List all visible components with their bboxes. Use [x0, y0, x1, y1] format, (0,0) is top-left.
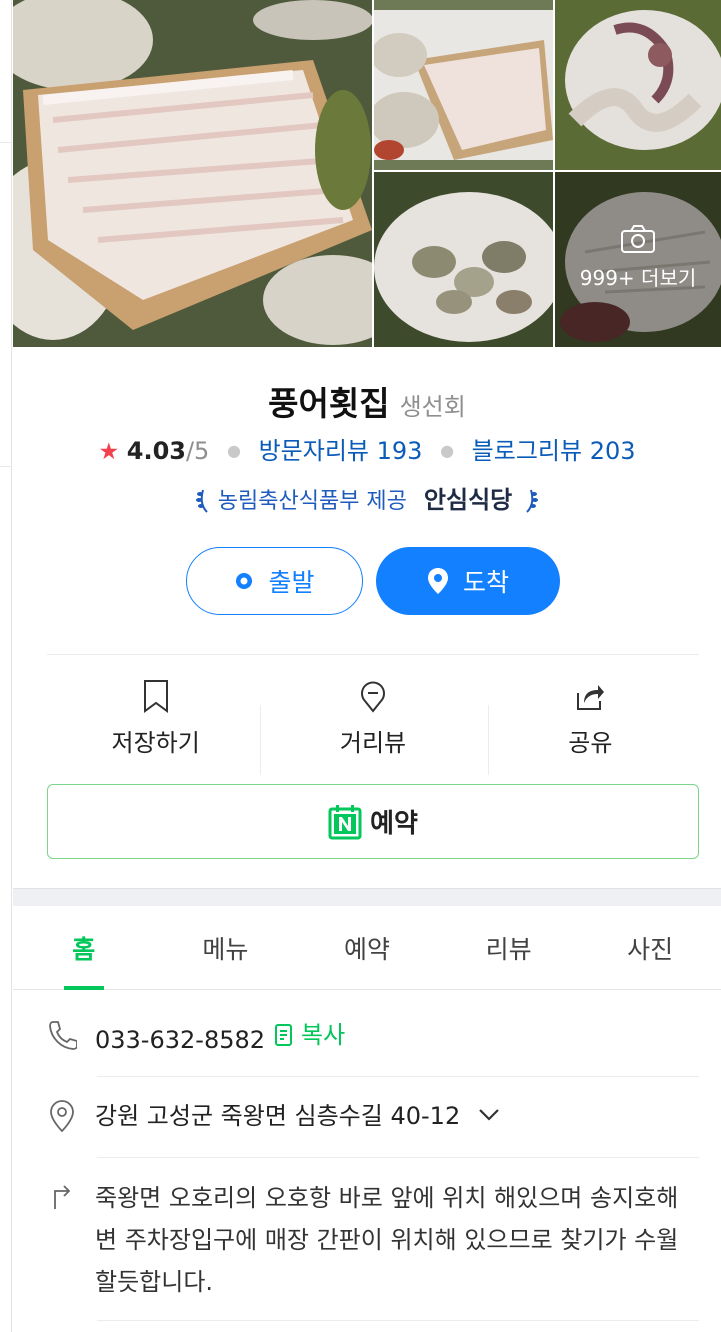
safe-restaurant-badge[interactable]: 농림축산식품부 제공 안심식당	[13, 480, 721, 515]
street-view-icon	[360, 681, 385, 713]
place-name: 풍어횟집	[268, 384, 390, 423]
photo-gallery: 999+ 더보기	[13, 0, 721, 347]
origin-dot-icon	[234, 571, 254, 591]
location-pin-icon	[50, 1100, 74, 1133]
share-button[interactable]: 공유	[482, 667, 699, 767]
photo-main[interactable]	[13, 0, 372, 347]
laurel-right-icon	[526, 489, 539, 513]
badge-provider: 농림축산식품부 제공	[217, 489, 407, 514]
more-photos-overlay[interactable]: 999+ 더보기	[555, 172, 721, 347]
rating-row: ★ 4.03/5 ● 방문자리뷰 193 ● 블로그리뷰 203	[13, 431, 721, 466]
divider	[47, 654, 699, 655]
reserve-button[interactable]: 예약	[47, 784, 699, 859]
address-row[interactable]: 강원 고성군 죽왕면 심층수길 40-12	[47, 1099, 699, 1133]
turn-right-arrow-icon	[54, 1185, 71, 1209]
tab-reservation[interactable]: 예약	[296, 906, 438, 989]
share-icon	[577, 685, 605, 710]
depart-label: 출발	[268, 568, 315, 597]
map-pin-icon	[427, 567, 449, 595]
naver-booking-icon	[328, 804, 362, 839]
tab-home[interactable]: 홈	[13, 906, 155, 989]
street-view-label: 거리뷰	[339, 729, 407, 757]
save-button[interactable]: 저장하기	[47, 667, 264, 767]
directions-text: 죽왕면 오호리의 오호항 바로 앞에 위치 해있으며 송지호해변 주차장입구에 …	[95, 1184, 679, 1296]
laurel-left-icon	[195, 489, 208, 513]
save-label: 저장하기	[111, 729, 200, 757]
street-view-button[interactable]: 거리뷰	[264, 667, 481, 767]
visitor-reviews-link[interactable]: 방문자리뷰 193	[259, 437, 423, 465]
phone-icon	[49, 1021, 77, 1050]
share-label: 공유	[568, 729, 613, 757]
separator-dot: ●	[440, 441, 455, 460]
row-divider	[97, 1320, 699, 1321]
copy-label: 복사	[301, 1021, 346, 1049]
copy-icon	[275, 1024, 293, 1046]
tab-menu[interactable]: 메뉴	[155, 906, 297, 989]
address-text: 강원 고성군 죽왕면 심층수길 40-12	[95, 1102, 461, 1130]
separator-dot: ●	[226, 441, 241, 460]
directions-row: 죽왕면 오호리의 오호항 바로 앞에 위치 해있으며 송지호해변 주차장입구에 …	[47, 1177, 699, 1303]
left-rail	[0, 0, 12, 1332]
phone-number[interactable]: 033-632-8582	[95, 1026, 265, 1054]
rating-max: /5	[185, 437, 210, 465]
chevron-down-icon[interactable]	[478, 1108, 500, 1122]
more-photos-label: 999+ 더보기	[579, 266, 697, 290]
rating-score: 4.03	[126, 437, 186, 465]
section-divider	[13, 888, 721, 906]
copy-phone-button[interactable]: 복사	[273, 1018, 345, 1052]
place-category: 생선회	[399, 393, 466, 421]
bookmark-icon	[143, 680, 168, 713]
arrive-button[interactable]: 도착	[376, 547, 560, 615]
blog-reviews-link[interactable]: 블로그리뷰 203	[472, 437, 636, 465]
tab-reviews[interactable]: 리뷰	[438, 906, 580, 989]
action-separator	[260, 705, 261, 775]
camera-icon	[621, 225, 655, 253]
photo-thumbnail-2[interactable]	[555, 0, 721, 170]
phone-row: 033-632-8582 복사	[47, 1018, 699, 1057]
arrive-label: 도착	[462, 568, 509, 597]
depart-button[interactable]: 출발	[186, 547, 363, 615]
photo-thumbnail-1[interactable]	[374, 0, 553, 170]
badge-brand: 안심식당	[423, 486, 513, 514]
row-divider	[97, 1157, 699, 1158]
photo-thumbnail-more[interactable]: 999+ 더보기	[555, 172, 721, 347]
star-icon: ★	[98, 439, 120, 465]
row-divider	[97, 1076, 699, 1077]
tab-photos[interactable]: 사진	[579, 906, 721, 989]
action-bar: 저장하기 거리뷰 공유	[47, 667, 699, 775]
action-separator	[488, 705, 489, 775]
reserve-label: 예약	[370, 809, 418, 839]
photo-thumbnail-3[interactable]	[374, 172, 553, 347]
title-row: 풍어횟집 생선회	[13, 377, 721, 425]
tab-bar: 홈 메뉴 예약 리뷰 사진	[13, 906, 721, 990]
